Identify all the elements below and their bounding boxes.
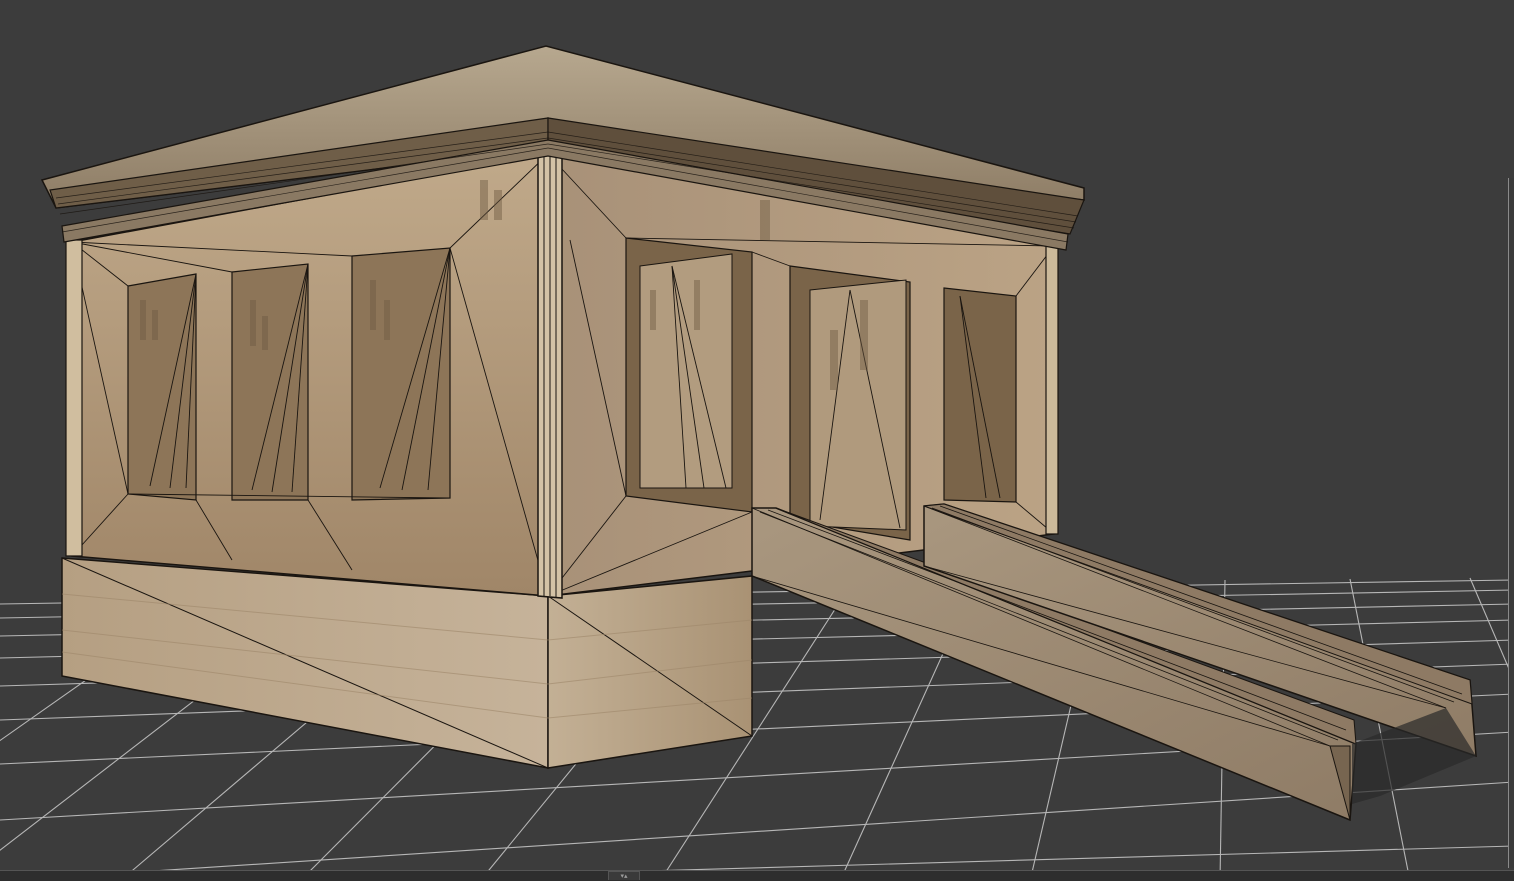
temple-ramps [751,503,1477,822]
viewport-scene[interactable] [0,0,1514,881]
resize-handle-icon[interactable]: ▾▴ [608,871,640,880]
viewport-bottom-bar: ▾▴ [0,870,1514,881]
3d-viewport[interactable]: ▾▴ [0,0,1514,881]
temple-plinth [61,557,753,769]
viewport-right-edge [1508,178,1514,868]
